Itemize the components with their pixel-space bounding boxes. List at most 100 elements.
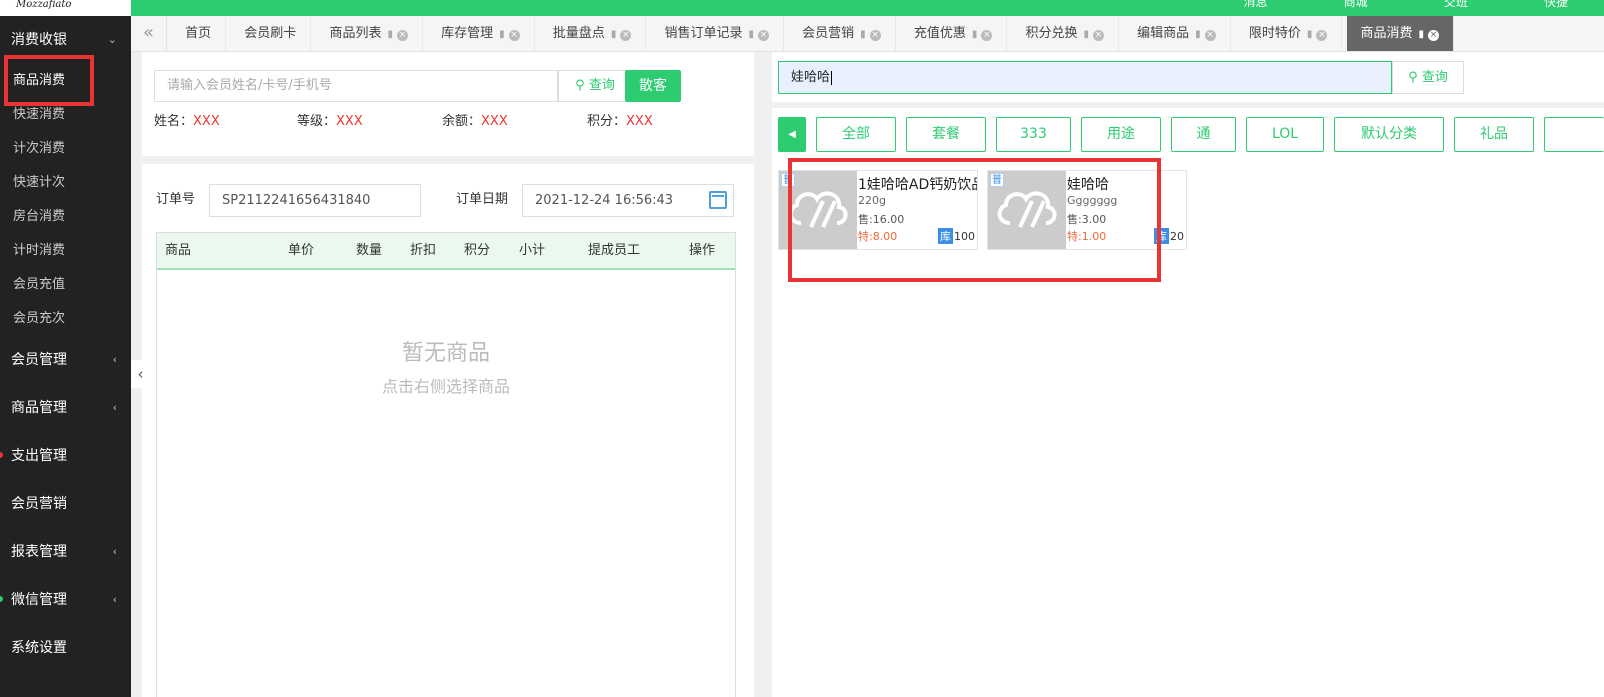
close-icon[interactable]: × (1428, 30, 1440, 41)
tab-recharge-offer[interactable]: 充值优惠 ▮ × (900, 16, 1008, 51)
sidebar-item-room-consume[interactable]: 房台消费 (0, 200, 131, 234)
pin-icon[interactable]: ▮ (860, 29, 866, 40)
sidebar-group-goods[interactable]: 商品管理 ‹ (0, 384, 131, 432)
order-no-field[interactable]: SP2112241656431840 (209, 184, 421, 217)
order-table-header: 商品 单价 数量 折扣 积分 小计 提成员工 操作 (157, 233, 735, 270)
stock-tag: 库 (938, 228, 953, 244)
tab-sales-orders[interactable]: 销售订单记录 ▮ × (650, 16, 784, 51)
product-name: 1娃哈哈AD钙奶饮品 (858, 177, 978, 193)
calendar-icon[interactable] (709, 191, 727, 209)
close-icon[interactable]: × (396, 30, 408, 41)
category-lol[interactable]: LOL (1246, 117, 1324, 152)
close-icon[interactable]: × (869, 30, 881, 41)
close-icon[interactable]: × (620, 30, 632, 41)
query-label: 查询 (1421, 70, 1448, 85)
category-all[interactable]: 全部 (816, 117, 896, 152)
goods-search-panel: 娃哈哈 ⚲ 查询 (772, 52, 1604, 102)
stock-value: 20 (1170, 230, 1184, 243)
collapse-panel-icon[interactable]: ‹ (131, 360, 150, 388)
tab-edit-goods[interactable]: 编辑商品 ▮ × (1123, 16, 1231, 51)
close-icon[interactable]: × (1093, 30, 1105, 41)
sidebar-item-goods-consume[interactable]: 商品消费 (0, 64, 131, 98)
product-name: 娃哈哈 (1067, 177, 1109, 193)
top-nav-shortcut[interactable]: 快捷 (1544, 0, 1568, 8)
pin-icon[interactable]: ▮ (748, 29, 754, 40)
product-type-badge: 普 (781, 173, 795, 187)
sidebar-group-expense[interactable]: 支出管理 (0, 432, 131, 480)
pin-icon[interactable]: ▮ (611, 29, 617, 40)
col-goods: 商品 (165, 243, 192, 258)
category-default[interactable]: 默认分类 (1334, 117, 1444, 152)
pin-icon[interactable]: ▮ (387, 29, 393, 40)
sidebar-group-label: 支出管理 (11, 448, 67, 464)
order-table: 商品 单价 数量 折扣 积分 小计 提成员工 操作 暂无商品 点击右侧选择商品 (156, 232, 736, 697)
level-label: 等级： (297, 114, 337, 129)
chevron-left-icon: ‹ (112, 545, 117, 558)
tab-member-marketing[interactable]: 会员营销 ▮ × (788, 16, 896, 51)
tab-home[interactable]: 首页 (171, 16, 227, 51)
tab-goods-consume[interactable]: 商品消费 ▮ × (1346, 16, 1455, 51)
goods-search-input[interactable]: 娃哈哈 (778, 61, 1392, 94)
sidebar-item-timed-consume[interactable]: 计时消费 (0, 234, 131, 268)
member-query-button[interactable]: ⚲ 查询 (558, 70, 632, 102)
tab-batch-count[interactable]: 批量盘点 ▮ × (539, 16, 647, 51)
col-price: 单价 (288, 243, 315, 258)
pin-icon[interactable]: ▮ (972, 29, 978, 40)
tab-goods-list[interactable]: 商品列表 ▮ × (315, 16, 423, 51)
brand-logo: Mozzafiato (0, 0, 131, 16)
sidebar-item-count-consume[interactable]: 计次消费 (0, 132, 131, 166)
tab-flash-sale[interactable]: 限时特价 ▮ × (1235, 16, 1343, 51)
sidebar-group-checkout[interactable]: 消费收银 ⌄ (0, 16, 131, 64)
chevron-left-icon: ‹ (112, 401, 117, 414)
close-icon[interactable]: × (981, 30, 993, 41)
member-search-input[interactable]: 请输入会员姓名/卡号/手机号 (154, 70, 558, 102)
sidebar-item-quick-consume[interactable]: 快速消费 (0, 98, 131, 132)
sidebar-group-members[interactable]: 会员管理 ‹ (0, 336, 131, 384)
close-icon[interactable]: × (758, 30, 769, 41)
product-card[interactable]: 普 娃哈哈 Ggggggg 售:3.00 特:1.00 库 20 (987, 170, 1187, 250)
tab-points-exchange[interactable]: 积分兑换 ▮ × (1011, 16, 1120, 51)
category-more[interactable] (1544, 117, 1604, 152)
close-icon[interactable]: × (1204, 30, 1216, 41)
sidebar-group-reports[interactable]: 报表管理 ‹ (0, 528, 131, 576)
chevron-left-icon: ‹ (112, 353, 117, 366)
pin-icon[interactable]: ▮ (1419, 29, 1425, 40)
balance-value: XXX (481, 114, 508, 129)
col-action: 操作 (689, 243, 716, 258)
pin-icon[interactable]: ▮ (1084, 29, 1090, 40)
category-package[interactable]: 套餐 (906, 117, 986, 152)
wechat-dot-icon (0, 596, 3, 602)
pin-icon[interactable]: ▮ (1195, 29, 1201, 40)
tab-inventory[interactable]: 库存管理 ▮ × (427, 16, 535, 51)
col-qty: 数量 (356, 243, 383, 258)
top-nav-mall[interactable]: 商城 (1344, 0, 1368, 8)
chevron-down-icon: ⌄ (107, 33, 117, 46)
goods-query-button[interactable]: ⚲ 查询 (1392, 61, 1464, 94)
tab-member-card[interactable]: 会员刷卡 (230, 16, 312, 51)
sidebar-item-member-count-recharge[interactable]: 会员充次 (0, 302, 131, 336)
category-usage[interactable]: 用途 (1081, 117, 1161, 152)
sidebar-group-wechat[interactable]: 微信管理 ‹ (0, 576, 131, 624)
order-date-field[interactable]: 2021-12-24 16:56:43 (522, 184, 734, 217)
category-gifts[interactable]: 礼品 (1454, 117, 1534, 152)
tab-scroll-left-icon[interactable]: « (131, 16, 167, 51)
pin-icon[interactable]: ▮ (1307, 29, 1313, 40)
product-stock: 库 100 (938, 228, 975, 244)
pin-icon[interactable]: ▮ (499, 29, 505, 40)
close-icon[interactable]: × (1316, 30, 1328, 41)
sidebar-item-quick-count[interactable]: 快速计次 (0, 166, 131, 200)
tab-label: 批量盘点 (552, 26, 605, 41)
category-tong[interactable]: 通 (1171, 117, 1236, 152)
top-nav-messages[interactable]: 消息 (1244, 0, 1268, 8)
sidebar-item-member-recharge[interactable]: 会员充值 (0, 268, 131, 302)
close-icon[interactable]: × (508, 30, 520, 41)
walk-in-button[interactable]: 散客 (625, 70, 681, 102)
order-area: 请输入会员姓名/卡号/手机号 ⚲ 查询 散客 姓名：XXX 等级：XXX 余额：… (131, 52, 772, 697)
sidebar-group-settings[interactable]: 系统设置 (0, 624, 131, 672)
product-card[interactable]: 普 1娃哈哈AD钙奶饮品 220g 售:16.00 特:8.00 库 100 (778, 170, 978, 250)
sidebar-group-marketing[interactable]: 会员营销 (0, 480, 131, 528)
top-nav-handover[interactable]: 交班 (1444, 0, 1468, 8)
tab-label: 限时特价 (1248, 26, 1301, 41)
category-333[interactable]: 333 (996, 117, 1071, 152)
category-prev-icon[interactable]: ◀ (778, 117, 806, 152)
